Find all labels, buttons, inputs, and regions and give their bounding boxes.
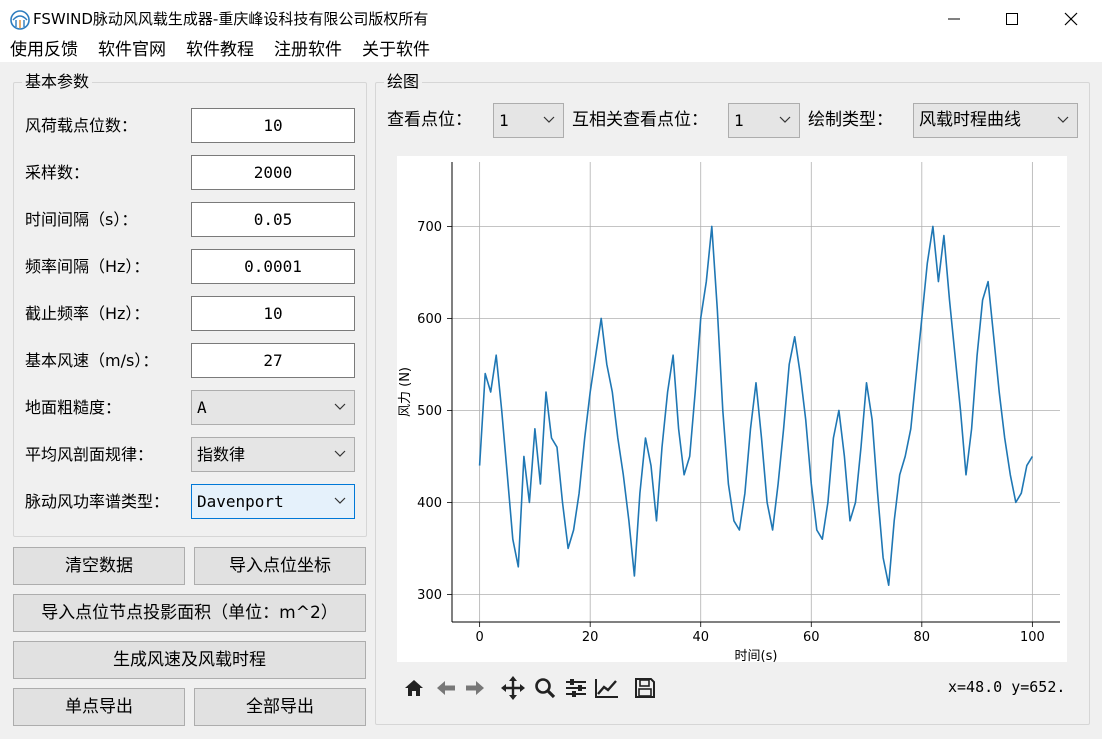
sample-count-input[interactable]: 2000 xyxy=(191,155,355,190)
menu-about[interactable]: 关于软件 xyxy=(362,38,430,62)
chevron-down-icon xyxy=(334,497,346,504)
minimize-button[interactable] xyxy=(925,0,983,38)
export-single-button[interactable]: 单点导出 xyxy=(13,688,185,726)
window-title: FSWIND脉动风风载生成器-重庆峰设科技有限公司版权所有 xyxy=(33,10,429,28)
cross-point-select[interactable]: 1 xyxy=(728,103,800,138)
view-point-select[interactable]: 1 xyxy=(493,103,564,138)
x-tick-label: 80 xyxy=(914,630,931,645)
profile-law-label: 平均风剖面规律： xyxy=(25,445,154,464)
home-icon xyxy=(405,680,423,696)
minimize-icon xyxy=(948,18,960,20)
x-tick-label: 0 xyxy=(475,630,483,645)
chevron-down-icon xyxy=(543,116,555,123)
chevron-down-icon xyxy=(1057,116,1069,123)
x-tick-label: 100 xyxy=(1020,630,1045,645)
close-icon xyxy=(1064,12,1078,26)
plot-type-value: 风载时程曲线 xyxy=(919,110,1021,130)
cross-point-value: 1 xyxy=(734,111,744,130)
export-all-button[interactable]: 全部导出 xyxy=(194,688,366,726)
base-wind-speed-input[interactable]: 27 xyxy=(191,343,355,378)
roughness-select[interactable]: A xyxy=(191,390,355,425)
import-coords-button[interactable]: 导入点位坐标 xyxy=(194,547,366,585)
y-tick-label: 300 xyxy=(417,588,442,603)
menu-register[interactable]: 注册软件 xyxy=(274,38,342,62)
menu-tutorial[interactable]: 软件教程 xyxy=(186,38,254,62)
y-tick-label: 700 xyxy=(417,220,442,235)
maximize-icon xyxy=(1006,13,1018,25)
chevron-down-icon xyxy=(334,450,346,457)
save-icon xyxy=(635,678,655,698)
cutoff-freq-input[interactable]: 10 xyxy=(191,296,355,331)
x-axis-label: 时间(s) xyxy=(735,649,778,662)
spectrum-type-select[interactable]: Davenport xyxy=(191,484,355,519)
menu-feedback[interactable]: 使用反馈 xyxy=(10,38,78,62)
save-button[interactable] xyxy=(632,676,658,700)
plot-type-select[interactable]: 风载时程曲线 xyxy=(913,103,1078,138)
title-bar: FSWIND脉动风风载生成器-重庆峰设科技有限公司版权所有 xyxy=(0,0,1102,38)
zoom-icon xyxy=(535,678,556,699)
cutoff-freq-label: 截止频率（Hz）： xyxy=(25,304,150,323)
freq-interval-label: 频率间隔（Hz）： xyxy=(25,257,150,276)
close-button[interactable] xyxy=(1042,0,1100,38)
cross-point-label: 互相关查看点位： xyxy=(572,110,708,130)
home-button[interactable] xyxy=(401,676,427,700)
load-points-input[interactable]: 10 xyxy=(191,108,355,143)
roughness-label: 地面粗糙度： xyxy=(25,398,122,417)
y-tick-label: 400 xyxy=(417,496,442,511)
time-interval-input[interactable]: 0.05 xyxy=(191,202,355,237)
pan-button[interactable] xyxy=(500,676,526,700)
edit-curve-icon xyxy=(595,679,618,698)
profile-law-select[interactable]: 指数律 xyxy=(191,437,355,472)
coordinate-readout: x=48.0 y=652. xyxy=(948,678,1066,696)
sample-count-label: 采样数： xyxy=(25,163,90,182)
load-points-label: 风荷载点位数： xyxy=(25,116,138,135)
freq-interval-input[interactable]: 0.0001 xyxy=(191,249,355,284)
chart-background xyxy=(397,156,1067,662)
maximize-button[interactable] xyxy=(983,0,1041,38)
base-wind-speed-label: 基本风速（m/s）： xyxy=(25,351,159,370)
x-tick-label: 60 xyxy=(803,630,820,645)
back-button[interactable] xyxy=(433,676,459,700)
menu-bar: 使用反馈 软件官网 软件教程 注册软件 关于软件 xyxy=(0,38,1102,62)
spectrum-type-label: 脉动风功率谱类型： xyxy=(25,492,170,511)
wind-load-chart[interactable]: 0 20 40 60 80 100 300 400 500 600 700 时间(s) 风力 (N) xyxy=(397,156,1067,662)
zoom-button[interactable] xyxy=(532,676,558,700)
profile-law-value: 指数律 xyxy=(197,445,246,464)
plot-type-label: 绘制类型： xyxy=(808,110,893,130)
forward-arrow-icon xyxy=(466,681,484,695)
generate-button[interactable]: 生成风速及风载时程 xyxy=(13,641,366,679)
back-arrow-icon xyxy=(437,681,455,695)
chevron-down-icon xyxy=(334,403,346,410)
x-tick-label: 20 xyxy=(582,630,599,645)
clear-data-button[interactable]: 清空数据 xyxy=(13,547,185,585)
spectrum-type-value: Davenport xyxy=(197,492,284,511)
menu-website[interactable]: 软件官网 xyxy=(98,38,166,62)
view-point-value: 1 xyxy=(499,111,509,130)
pan-icon xyxy=(501,676,525,700)
import-area-button[interactable]: 导入点位节点投影面积（单位：m^2） xyxy=(13,594,366,632)
view-point-label: 查看点位： xyxy=(387,110,472,130)
y-tick-label: 500 xyxy=(417,404,442,419)
time-interval-label: 时间间隔（s）： xyxy=(25,210,138,229)
configure-subplots-icon xyxy=(566,679,586,697)
chevron-down-icon xyxy=(779,116,791,123)
roughness-value: A xyxy=(197,398,207,417)
app-logo-icon xyxy=(10,10,30,30)
basic-params-title: 基本参数 xyxy=(22,72,93,92)
y-axis-label: 风力 (N) xyxy=(398,367,413,417)
configure-subplots-button[interactable] xyxy=(563,676,589,700)
plot-group-title: 绘图 xyxy=(384,72,423,92)
y-tick-label: 600 xyxy=(417,312,442,327)
x-tick-label: 40 xyxy=(692,630,709,645)
edit-curve-button[interactable] xyxy=(594,676,620,700)
forward-button[interactable] xyxy=(462,676,488,700)
